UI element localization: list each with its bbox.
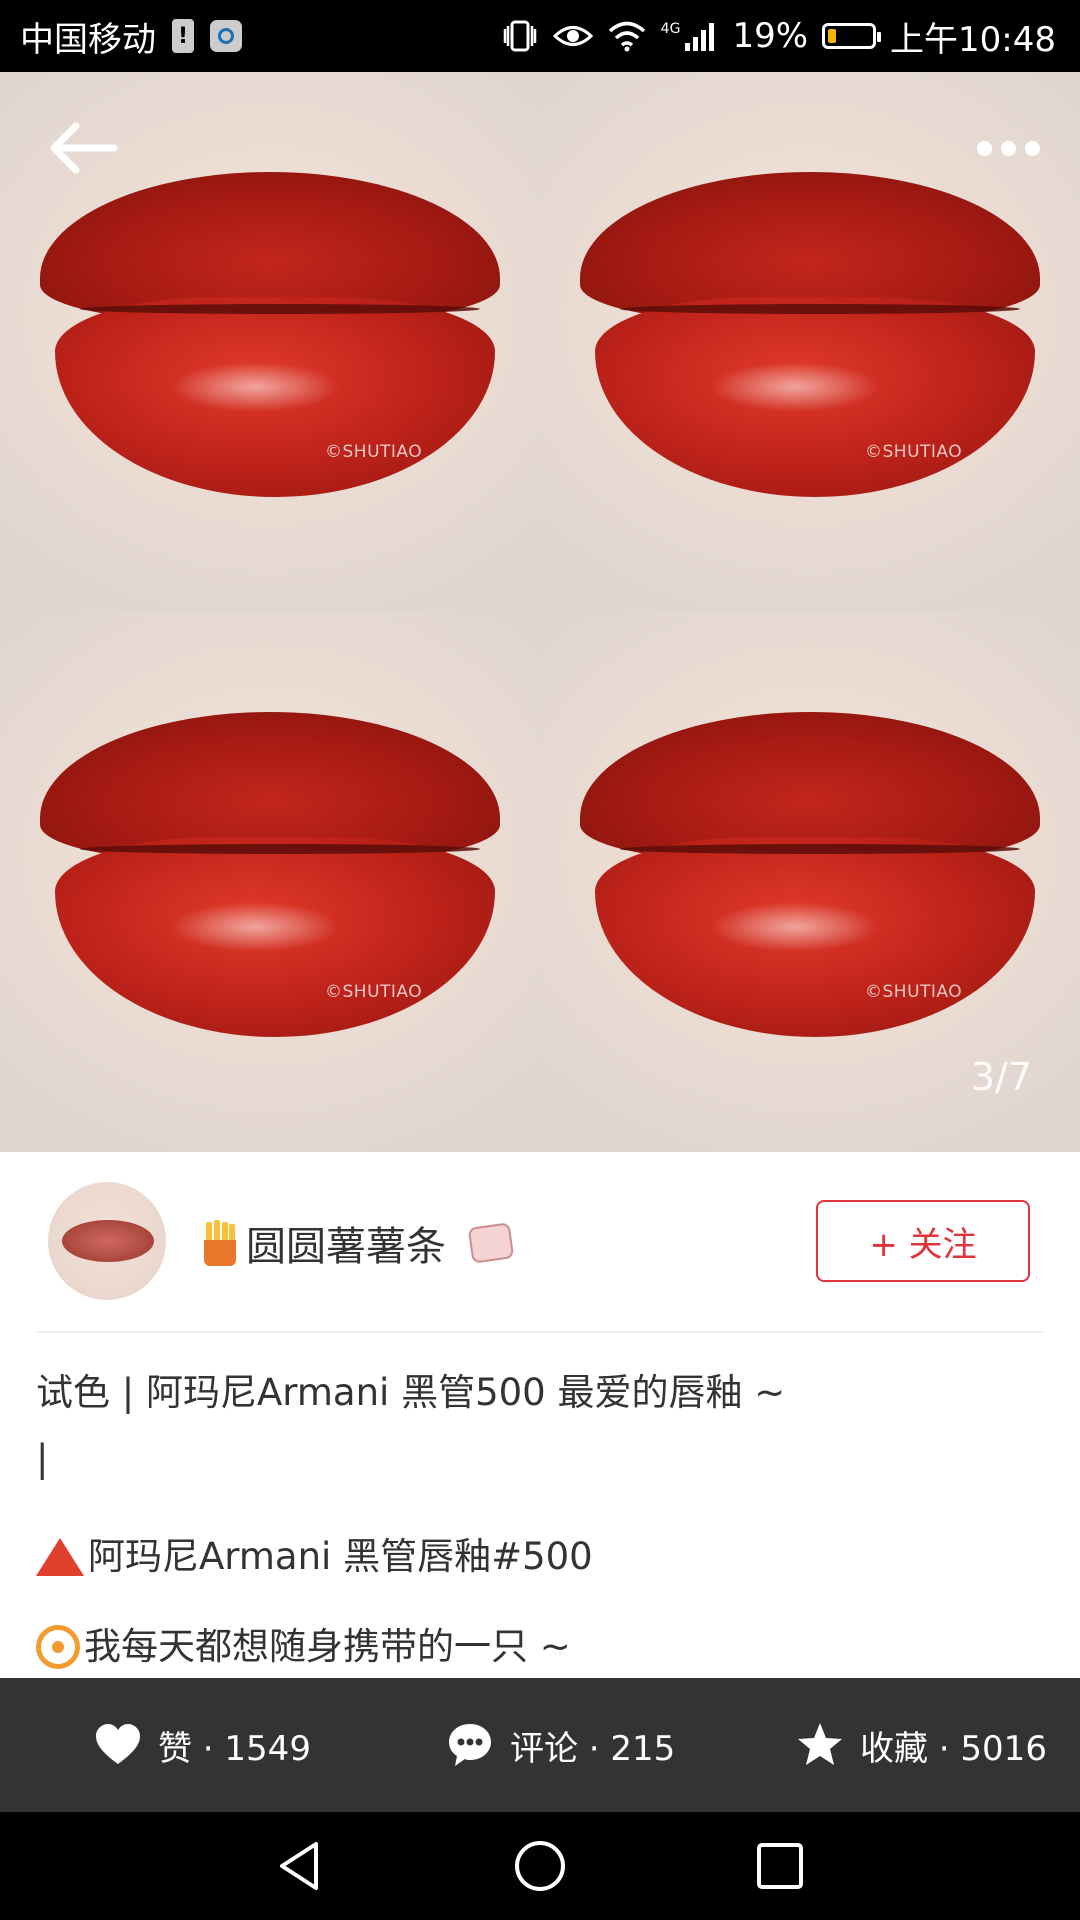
vibrate-icon (501, 19, 539, 53)
post-line-text: 阿玛尼Armani 黑管唇釉#500 (88, 1535, 593, 1578)
post-line: 阿玛尼Armani 黑管唇釉#500 (36, 1532, 1044, 1582)
eye-comfort-icon (552, 21, 593, 51)
post-body: 试色 | 阿玛尼Armani 黑管500 最爱的唇釉 ~ | 阿玛尼Armani… (36, 1368, 1044, 1672)
star-icon (796, 1721, 844, 1769)
china-mobile-app-icon (210, 20, 242, 52)
author-name-group[interactable]: 圆圆薯薯条 (200, 1214, 515, 1272)
alert-notification-icon: ! (172, 19, 194, 53)
avatar[interactable] (48, 1182, 166, 1300)
nav-recent-icon[interactable] (752, 1838, 808, 1894)
target-icon (36, 1625, 80, 1669)
triangle-icon (36, 1538, 84, 1576)
system-nav-bar (0, 1812, 1080, 1920)
watermark: ©SHUTIAO (325, 982, 423, 1002)
back-arrow-icon[interactable] (48, 120, 118, 176)
heart-icon (94, 1721, 142, 1769)
author-row: 圆圆薯薯条 + 关注 (0, 1152, 1080, 1332)
battery-icon (822, 23, 882, 49)
like-button[interactable]: 赞 · 1549 (94, 1678, 311, 1812)
watermark: ©SHUTIAO (865, 982, 963, 1002)
post-line: 我每天都想随身携带的一只 ~ (36, 1622, 1044, 1672)
fries-icon (200, 1220, 240, 1266)
action-bar: 赞 · 1549 评论 · 215 收藏 · 5016 (0, 1678, 1080, 1812)
soap-icon (467, 1222, 515, 1264)
post-line-text: 我每天都想随身携带的一只 ~ (84, 1625, 571, 1668)
image-page-indicator: 3/7 (970, 1055, 1032, 1099)
network-type-label: 4G (660, 21, 681, 37)
carrier-name: 中国移动 (20, 19, 156, 60)
status-bar: 中国移动 ! 4G 19% 上午10:48 (0, 0, 1080, 72)
wifi-icon (607, 20, 647, 52)
watermark: ©SHUTIAO (325, 442, 423, 462)
post-title: 试色 | 阿玛尼Armani 黑管500 最爱的唇釉 ~ (36, 1371, 786, 1414)
nav-home-icon[interactable] (512, 1838, 568, 1894)
collect-count: 收藏 · 5016 (860, 1728, 1047, 1769)
like-count: 赞 · 1549 (158, 1728, 311, 1769)
divider (36, 1331, 1044, 1333)
post-image[interactable]: ©SHUTIAO ©SHUTIAO ©SHUTIAO ©SHUTIAO (0, 72, 1080, 1152)
clock: 上午10:48 (890, 19, 1056, 60)
author-name: 圆圆薯薯条 (246, 1224, 446, 1270)
signal-icon (684, 21, 718, 51)
comment-icon (446, 1721, 494, 1769)
collect-button[interactable]: 收藏 · 5016 (796, 1678, 1047, 1812)
lip-swatch-photo: ©SHUTIAO (0, 612, 540, 1152)
follow-button[interactable]: + 关注 (816, 1200, 1030, 1282)
watermark: ©SHUTIAO (865, 442, 963, 462)
text-caret: | (36, 1437, 49, 1480)
nav-back-icon[interactable] (272, 1838, 328, 1894)
comment-count: 评论 · 215 (510, 1728, 676, 1769)
more-icon[interactable] (977, 128, 1040, 168)
comment-button[interactable]: 评论 · 215 (446, 1678, 675, 1812)
battery-percent: 19% (732, 16, 809, 56)
